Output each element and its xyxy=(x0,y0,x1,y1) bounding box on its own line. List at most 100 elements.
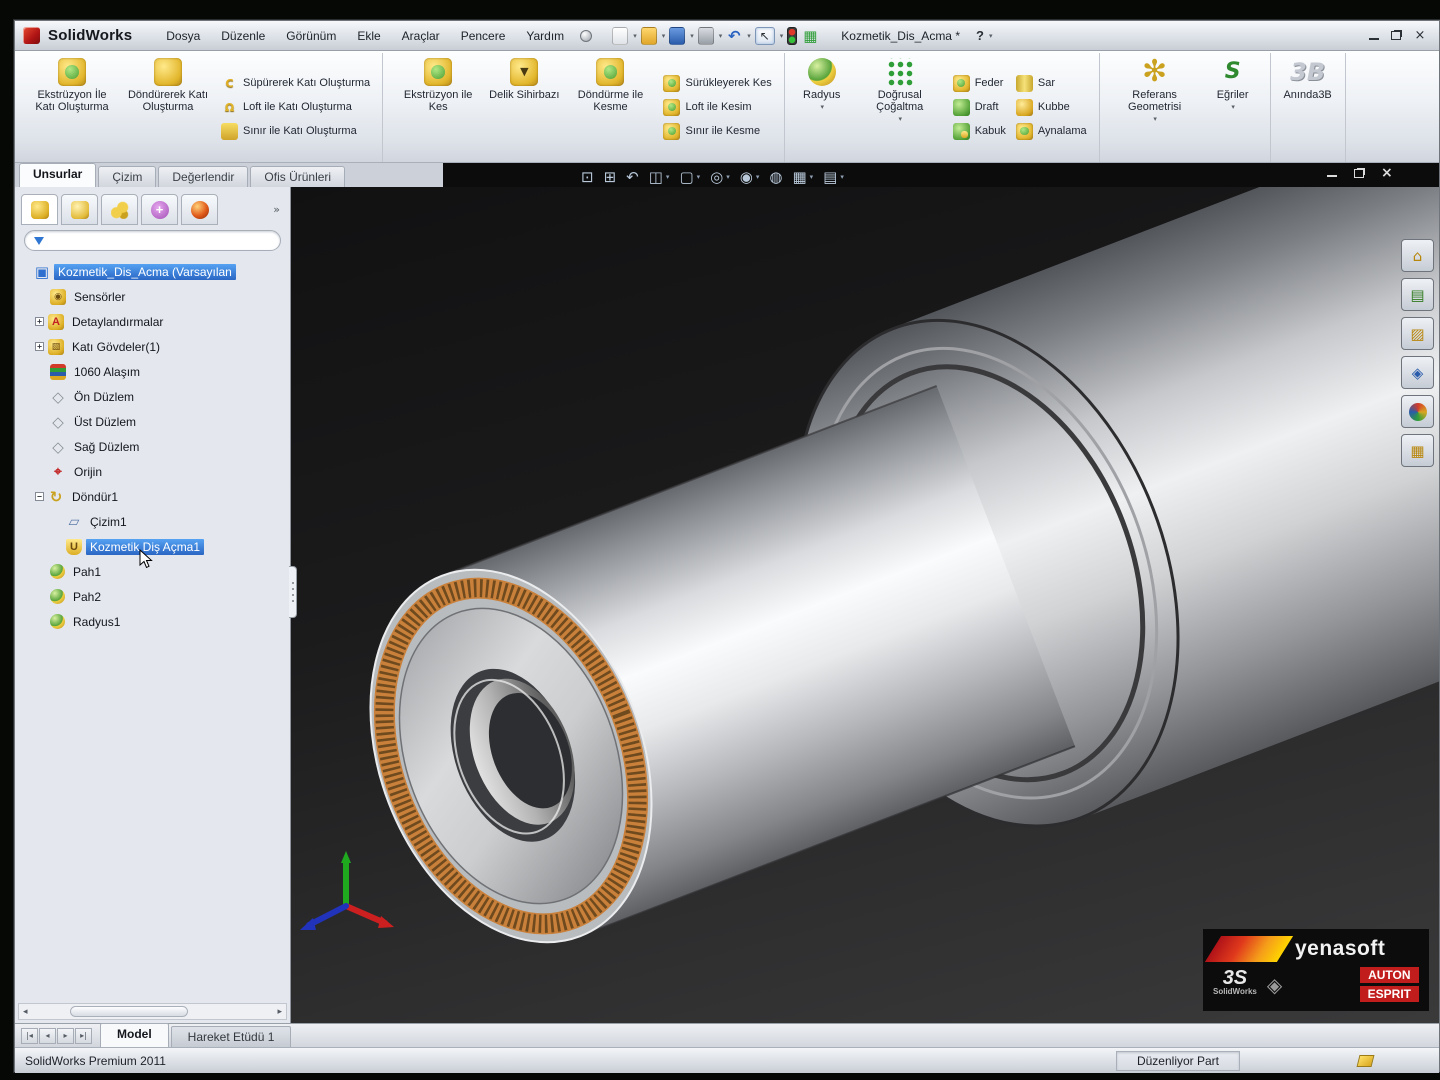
ribbon-button-egriler[interactable]: S Eğriler ▾ xyxy=(1203,56,1263,158)
tree-item-kati-govdeler-1[interactable]: + ▧ Katı Gövdeler(1) xyxy=(19,334,290,359)
edit-appearance-button[interactable]: ◍ xyxy=(769,168,782,186)
previous-tab-button[interactable]: ◂ xyxy=(39,1027,56,1044)
next-tab-button[interactable]: ▸ xyxy=(57,1027,74,1044)
tree-item-kozmetik-dis-acma1[interactable]: U Kozmetik Diş Açma1 xyxy=(19,534,290,559)
tab-ofis-urunleri[interactable]: Ofis Ürünleri xyxy=(250,166,346,187)
ribbon-button-delik-sihirbazi[interactable]: Delik Sihirbazı xyxy=(486,56,562,158)
tree-item-pah2[interactable]: Pah2 xyxy=(19,584,290,609)
ribbon-button-kubbe[interactable]: Kubbe xyxy=(1015,98,1087,116)
close-button[interactable]: × xyxy=(1413,28,1427,43)
ribbon-button-dondurme-ile-kesme[interactable]: Döndürme ile Kesme xyxy=(562,56,658,158)
help-button[interactable]: ? xyxy=(976,28,984,43)
tab-unsurlar[interactable]: Unsurlar xyxy=(19,163,97,187)
restore-button[interactable] xyxy=(1391,31,1401,40)
dropdown-icon[interactable]: ▾ xyxy=(726,173,730,181)
ribbon-button-radyus[interactable]: Radyus ▾ xyxy=(792,56,852,158)
dropdown-icon[interactable]: ▾ xyxy=(1231,101,1235,113)
zoom-to-area-button[interactable]: ⊞ xyxy=(604,168,617,186)
tree-item-sensorler[interactable]: ◉ Sensörler xyxy=(19,284,290,309)
select-dropdown-icon[interactable]: ▾ xyxy=(780,32,784,40)
doc-close-button[interactable]: × xyxy=(1381,166,1393,180)
panel-tab-display-manager[interactable] xyxy=(181,194,218,225)
ribbon-button-ekstruzyon-ile-kati-olusturma[interactable]: Ekstrüzyon İle Katı Oluşturma xyxy=(24,56,120,158)
tree-item-1060-alasim[interactable]: 1060 Alaşım xyxy=(19,359,290,384)
model-tab-model[interactable]: Model xyxy=(100,1023,169,1047)
tree-item-sag-duzlem[interactable]: ◇ Sağ Düzlem xyxy=(19,434,290,459)
ribbon-button-supurerek-kati-olusturma[interactable]: C Süpürerek Katı Oluşturma xyxy=(221,75,370,92)
tree-item-orijin[interactable]: ⌖ Orijin xyxy=(19,459,290,484)
view-orientation-button[interactable]: ▢ ▾ xyxy=(679,168,700,186)
tree-item-ust-duzlem[interactable]: ◇ Üst Düzlem xyxy=(19,409,290,434)
undo-dropdown-icon[interactable]: ▾ xyxy=(747,32,751,40)
tab-cizim[interactable]: Çizim xyxy=(98,166,157,187)
open-dropdown-icon[interactable]: ▾ xyxy=(662,32,666,40)
taskpane-search-button[interactable]: ◈ xyxy=(1401,356,1434,389)
tree-item-pah1[interactable]: Pah1 xyxy=(19,559,290,584)
feature-filter-input[interactable] xyxy=(24,230,281,251)
tree-expander-icon[interactable]: + xyxy=(35,317,44,326)
ribbon-button-kabuk[interactable]: Kabuk xyxy=(952,122,1006,140)
menu-item-dosya[interactable]: Dosya xyxy=(156,26,210,46)
taskpane-appearances-button[interactable] xyxy=(1401,395,1434,428)
view-settings-button[interactable]: ▤ ▾ xyxy=(823,168,844,186)
panel-tab-property-manager[interactable] xyxy=(61,194,98,225)
scroll-right-icon[interactable]: ▸ xyxy=(273,1007,286,1017)
dropdown-icon[interactable]: ▾ xyxy=(1153,113,1157,125)
ribbon-button-loft-ile-kesim[interactable]: Loft ile Kesim xyxy=(663,98,771,116)
rebuild-icon[interactable] xyxy=(787,26,798,45)
dropdown-icon[interactable]: ▾ xyxy=(840,173,844,181)
panel-tab-configuration-manager[interactable] xyxy=(101,194,138,225)
previous-view-button[interactable]: ↶ xyxy=(626,168,639,186)
taskpane-solidworks-resources-button[interactable]: ⌂ xyxy=(1401,239,1434,272)
tree-item-kozmetik-dis-acma-varsayilan[interactable]: ▣ Kozmetik_Dis_Acma (Varsayılan xyxy=(19,259,290,284)
tree-expander-icon[interactable]: − xyxy=(35,492,44,501)
ribbon-button-sinir-ile-kesme[interactable]: Sınır ile Kesme xyxy=(663,122,771,140)
ribbon-button-loft-ile-kati-olusturma[interactable]: Ω Loft ile Katı Oluşturma xyxy=(221,99,370,116)
panel-tab-feature-manager[interactable] xyxy=(21,194,58,225)
ribbon-button-dogrusal-cogaltma[interactable]: Doğrusal Çoğaltma ▾ xyxy=(852,56,948,158)
ribbon-button-aninda3b[interactable]: 3B Anında3B xyxy=(1278,56,1338,158)
menu-item-gorunum[interactable]: Görünüm xyxy=(276,26,346,46)
dropdown-icon[interactable]: ▾ xyxy=(756,173,760,181)
tree-item-on-duzlem[interactable]: ◇ Ön Düzlem xyxy=(19,384,290,409)
zoom-to-fit-button[interactable]: ⊡ xyxy=(581,168,594,186)
tree-item-detaylandirmalar[interactable]: + A Detaylandırmalar xyxy=(19,309,290,334)
panel-splitter-handle[interactable] xyxy=(289,566,297,618)
model-tab-hareket-etudu-1[interactable]: Hareket Etüdü 1 xyxy=(170,1026,292,1047)
save-icon[interactable] xyxy=(669,26,686,45)
help-dropdown-icon[interactable]: ▾ xyxy=(989,32,993,40)
ribbon-button-feder[interactable]: Feder xyxy=(952,74,1006,92)
menu-item-araclar[interactable]: Araçlar xyxy=(392,26,450,46)
ribbon-button-sar[interactable]: Sar xyxy=(1015,74,1087,92)
ribbon-button-draft[interactable]: Draft xyxy=(952,98,1006,116)
select-icon[interactable]: ↖ xyxy=(754,26,775,45)
ribbon-button-ekstruzyon-ile-kes[interactable]: Ekstrüzyon ile Kes xyxy=(390,56,486,158)
dropdown-icon[interactable]: ▾ xyxy=(820,101,824,113)
display-style-button[interactable]: ◎ ▾ xyxy=(710,168,730,186)
last-tab-button[interactable]: ▸| xyxy=(75,1027,92,1044)
ribbon-button-sinir-ile-kati-olusturma[interactable]: Sınır ile Katı Oluşturma xyxy=(221,122,370,140)
hide-show-items-button[interactable]: ◉ ▾ xyxy=(740,168,760,186)
tree-item-dondur1[interactable]: − ↻ Döndür1 xyxy=(19,484,290,509)
open-icon[interactable] xyxy=(640,26,657,45)
panel-horizontal-scrollbar[interactable]: ◂ ▸ xyxy=(18,1003,287,1020)
ribbon-button-dondurerek-kati-olusturma[interactable]: Döndürerek Katı Oluşturma xyxy=(120,56,216,158)
save-dropdown-icon[interactable]: ▾ xyxy=(690,32,694,40)
options-icon[interactable]: ▦ xyxy=(801,27,819,45)
section-view-button[interactable]: ◫ ▾ xyxy=(649,168,670,186)
dropdown-icon[interactable]: ▾ xyxy=(666,173,670,181)
menu-item-yardim[interactable]: Yardım xyxy=(516,26,574,46)
ribbon-button-aynalama[interactable]: Aynalama xyxy=(1015,122,1087,140)
minimize-button[interactable] xyxy=(1369,31,1379,40)
menu-item-duzenle[interactable]: Düzenle xyxy=(211,26,275,46)
tab-degerlendir[interactable]: Değerlendir xyxy=(158,166,249,187)
scroll-left-icon[interactable]: ◂ xyxy=(19,1007,32,1017)
new-document-dropdown-icon[interactable]: ▾ xyxy=(633,32,637,40)
apply-scene-button[interactable]: ▦ ▾ xyxy=(792,168,813,186)
panel-tabs-overflow-icon[interactable]: » xyxy=(273,203,284,216)
taskpane-custom-properties-button[interactable]: ▦ xyxy=(1401,434,1434,467)
doc-minimize-button[interactable] xyxy=(1327,169,1337,177)
status-tag-icon[interactable] xyxy=(1356,1054,1375,1067)
ribbon-button-surukleyerek-kes[interactable]: Sürükleyerek Kes xyxy=(663,74,772,92)
dropdown-icon[interactable]: ▾ xyxy=(810,173,814,181)
